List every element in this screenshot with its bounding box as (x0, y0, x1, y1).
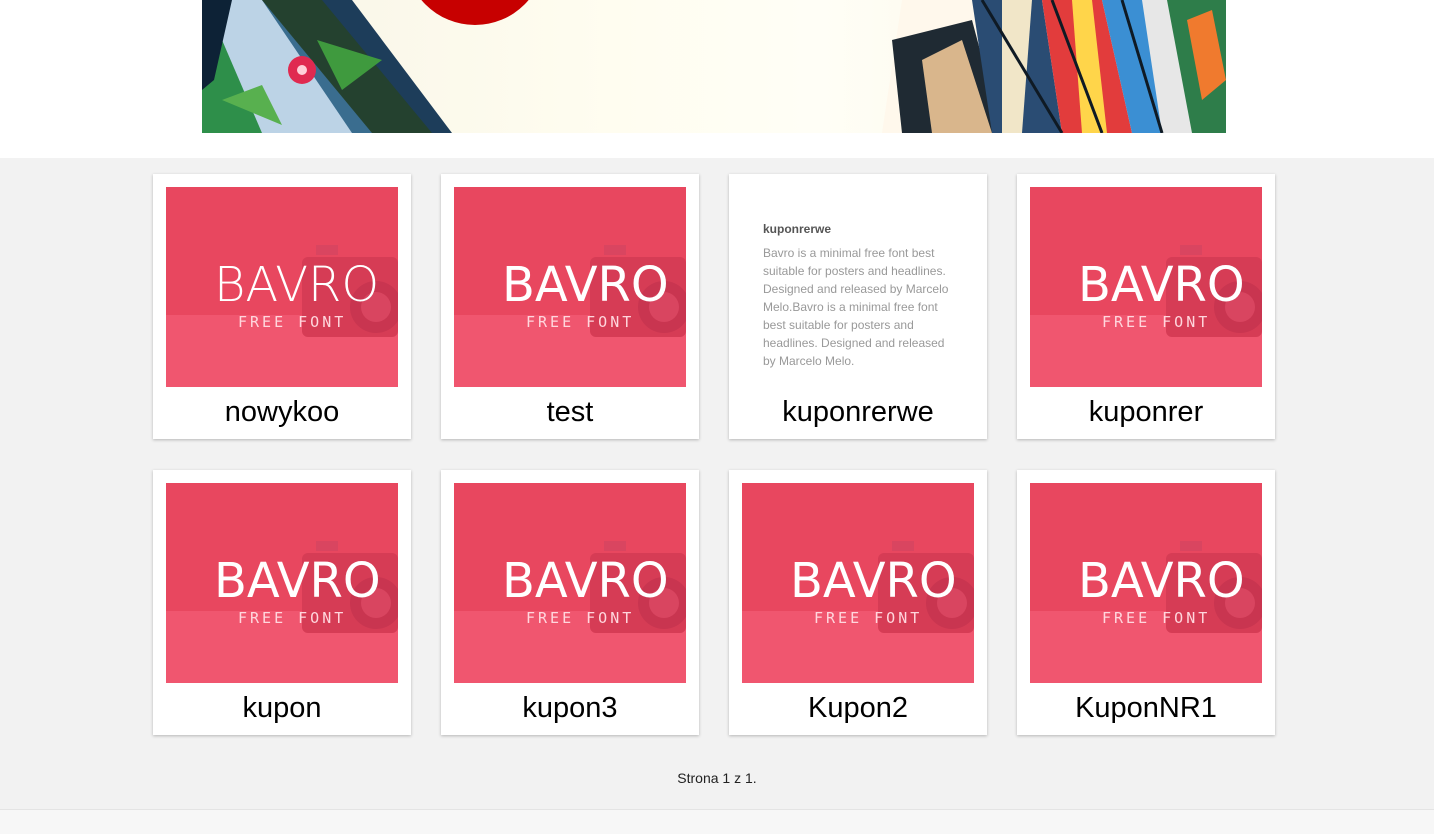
coupon-title[interactable]: nowykoo (153, 395, 411, 429)
thumbnail-sub-text: FREE FONT (238, 313, 346, 331)
description-text: Bavro is a minimal free font best suitab… (763, 246, 949, 368)
coupon-card[interactable]: BAVRO FREE FONT KuponNR1 (1017, 470, 1275, 735)
coupon-card[interactable]: BAVRO FREE FONT nowykoo (153, 174, 411, 439)
thumbnail-brand-text: BAVRO (790, 553, 957, 609)
thumbnail-brand-text: BAVRO (214, 553, 381, 609)
coupon-card[interactable]: BAVRO FREE FONT Kupon2 (729, 470, 987, 735)
thumbnail-brand-text: BAVRO (502, 257, 669, 313)
coupon-thumbnail[interactable]: BAVRO FREE FONT (1030, 483, 1262, 683)
thumbnail-brand-text: BAVRO (1078, 553, 1245, 609)
thumbnail-sub-text: FREE FONT (526, 313, 634, 331)
coupon-thumbnail[interactable]: BAVRO FREE FONT (166, 187, 398, 387)
coupon-thumbnail[interactable]: BAVRO FREE FONT (166, 483, 398, 683)
header-banner-area (0, 0, 1434, 158)
coupon-thumbnail[interactable]: BAVRO FREE FONT (454, 483, 686, 683)
thumbnail-sub-text: FREE FONT (1102, 609, 1210, 627)
coupon-card[interactable]: BAVRO FREE FONT kupon3 (441, 470, 699, 735)
coupon-title[interactable]: kuponrer (1017, 395, 1275, 429)
coupon-title[interactable]: test (441, 395, 699, 429)
banner-image[interactable] (202, 0, 1226, 133)
coupon-card[interactable]: BAVRO FREE FONT kupon (153, 470, 411, 735)
coupon-thumbnail[interactable]: BAVRO FREE FONT (742, 483, 974, 683)
footer (0, 809, 1434, 834)
thumbnail-sub-text: FREE FONT (238, 609, 346, 627)
coupon-card[interactable]: BAVRO FREE FONT test (441, 174, 699, 439)
coupon-thumbnail[interactable]: BAVRO FREE FONT (454, 187, 686, 387)
coupon-thumbnail[interactable]: BAVRO FREE FONT (1030, 187, 1262, 387)
coupon-description: kuponrerwe Bavro is a minimal free font … (763, 222, 955, 370)
thumbnail-sub-text: FREE FONT (1102, 313, 1210, 331)
coupon-card[interactable]: kuponrerwe Bavro is a minimal free font … (729, 174, 987, 439)
thumbnail-brand-text: BAVRO (502, 553, 669, 609)
thumbnail-sub-text: FREE FONT (814, 609, 922, 627)
coupon-title[interactable]: Kupon2 (729, 691, 987, 725)
coupon-title[interactable]: kupon3 (441, 691, 699, 725)
coupon-title[interactable]: kuponrerwe (729, 395, 987, 429)
coupon-grid-section: BAVRO FREE FONT nowykoo BAVRO FREE FONT … (0, 158, 1434, 809)
description-heading: kuponrerwe (763, 222, 832, 236)
thumbnail-brand-text: BAVRO (214, 257, 379, 313)
coupon-card[interactable]: BAVRO FREE FONT kuponrer (1017, 174, 1275, 439)
thumbnail-brand-text: BAVRO (1078, 257, 1245, 313)
pagination-label: Strona 1 z 1. (677, 770, 757, 786)
coupon-title[interactable]: kupon (153, 691, 411, 725)
thumbnail-sub-text: FREE FONT (526, 609, 634, 627)
coupon-title[interactable]: KuponNR1 (1017, 691, 1275, 725)
